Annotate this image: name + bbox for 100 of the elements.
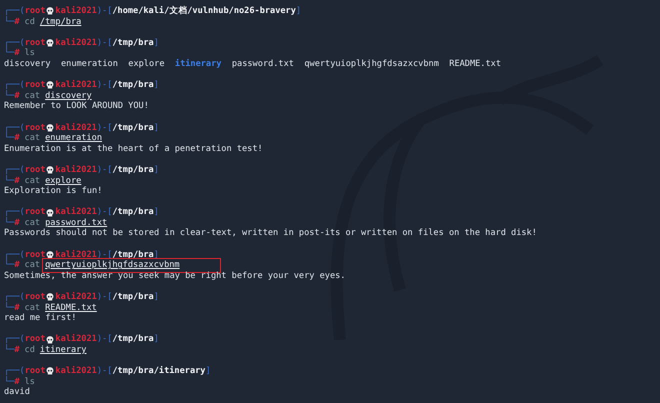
prompt-decoration: ┌──(: [4, 38, 25, 48]
prompt-user: root: [24, 80, 46, 91]
prompt-host: kali2021: [55, 207, 97, 218]
command-argument: qwertyuioplkjhgfdsazxcvbnm: [43, 259, 220, 272]
prompt-host: kali2021: [55, 164, 97, 176]
prompt-path: /tmp/bra: [112, 207, 154, 218]
skull-icon: [46, 81, 54, 90]
command-argument: password.txt: [45, 218, 108, 228]
command-name: cat: [24, 260, 40, 271]
file-name: password.txt: [232, 58, 294, 70]
prompt-decoration: )-[: [96, 38, 112, 48]
prompt-symbol: #: [14, 302, 20, 314]
prompt-decoration: └─: [4, 376, 14, 388]
prompt-symbol: #: [14, 218, 20, 228]
prompt-user: root: [24, 6, 46, 17]
prompt-decoration: ┌──(: [4, 80, 25, 90]
command-name: cd: [24, 345, 35, 356]
skull-icon: [46, 39, 54, 48]
skull-icon: [46, 336, 54, 344]
prompt-host: kali2021: [55, 334, 97, 345]
prompt-decoration: └─: [4, 48, 14, 59]
prompt-path: /tmp/bra: [112, 164, 154, 176]
prompt-user: root: [24, 122, 46, 134]
prompt-decoration: ┌──(: [4, 366, 25, 376]
command-name: cat: [24, 133, 40, 144]
output-line: Exploration is fun!: [4, 186, 104, 197]
prompt-decoration: ]: [154, 38, 159, 48]
prompt-host: kali2021: [55, 6, 97, 17]
prompt-user: root: [24, 366, 46, 377]
prompt-decoration: └─: [4, 302, 14, 314]
prompt-decoration: ┌──(: [4, 207, 25, 218]
command-argument: README.txt: [45, 302, 97, 314]
output-line: Enumeration is at the heart of a penetration test!: [4, 144, 264, 154]
prompt-decoration: ]: [154, 250, 159, 260]
file-name: david: [4, 387, 30, 398]
prompt-decoration: └─: [4, 260, 14, 271]
prompt-decoration: ]: [154, 122, 159, 134]
output-line: read me first!: [4, 313, 78, 324]
prompt-decoration: )-[: [96, 6, 112, 17]
prompt-decoration: ┌──(: [4, 164, 25, 175]
prompt-path: /tmp/bra: [112, 292, 154, 303]
prompt-decoration: ┌──(: [4, 122, 25, 133]
file-name: enumeration: [60, 58, 118, 70]
prompt-path: /tmp/bra/itinerary: [112, 366, 206, 377]
prompt-path: /tmp/bra: [112, 122, 154, 134]
prompt-symbol: #: [14, 48, 20, 59]
command-name: cd: [24, 16, 35, 28]
prompt-path: /tmp/bra: [112, 80, 154, 91]
skull-icon: [46, 7, 54, 16]
command-name: ls: [24, 376, 35, 388]
prompt-path: /tmp/bra: [112, 334, 154, 345]
file-name: qwertyuioplkjhgfdsazxcvbnm: [304, 58, 439, 70]
command-argument: /tmp/bra: [40, 16, 82, 28]
command-name: ls: [24, 48, 35, 59]
prompt-decoration: )-[: [96, 164, 112, 176]
prompt-decoration: )-[: [96, 207, 112, 218]
prompt-symbol: #: [14, 133, 20, 144]
output-line: Remember to LOOK AROUND YOU!: [4, 101, 150, 112]
prompt-host: kali2021: [55, 292, 97, 303]
file-name: README.txt: [449, 58, 502, 70]
command-argument: discovery: [45, 90, 92, 102]
skull-icon: [46, 166, 54, 174]
prompt-user: root: [24, 207, 46, 218]
command-name: cat: [24, 302, 40, 314]
command-name: cat: [24, 176, 40, 186]
prompt-user: root: [24, 334, 46, 345]
command-name: cat: [24, 218, 40, 228]
prompt-host: kali2021: [55, 80, 97, 91]
prompt-decoration: ]: [154, 164, 159, 176]
prompt-decoration: └─: [4, 16, 14, 28]
prompt-decoration: ┌──(: [4, 6, 25, 16]
prompt-symbol: #: [14, 16, 20, 28]
prompt-user: root: [24, 38, 46, 48]
prompt-path: /tmp/bra: [112, 250, 154, 260]
prompt-decoration: )-[: [96, 334, 112, 345]
prompt-decoration: └─: [4, 90, 14, 102]
prompt-symbol: #: [14, 90, 20, 102]
prompt-decoration: ┌──(: [4, 250, 25, 260]
directory-name: itinerary: [174, 58, 222, 70]
prompt-decoration: ]: [205, 366, 211, 377]
prompt-user: root: [24, 250, 46, 260]
prompt-decoration: ┌──(: [4, 334, 25, 344]
skull-icon: [46, 367, 54, 376]
prompt-decoration: ]: [154, 80, 159, 91]
prompt-symbol: #: [14, 376, 20, 388]
prompt-decoration: ]: [154, 207, 159, 218]
prompt-symbol: #: [14, 345, 20, 356]
prompt-user: root: [24, 292, 46, 303]
prompt-decoration: )-[: [96, 122, 112, 134]
prompt-symbol: #: [14, 260, 20, 271]
file-name: discovery: [4, 58, 51, 70]
prompt-host: kali2021: [55, 250, 97, 260]
file-name: explore: [128, 58, 164, 70]
skull-icon: [46, 208, 54, 217]
prompt-host: kali2021: [55, 366, 97, 377]
command-argument: explore: [45, 176, 82, 186]
prompt-host: kali2021: [55, 122, 97, 134]
prompt-decoration: )-[: [96, 250, 112, 260]
prompt-decoration: └─: [4, 176, 14, 186]
prompt-decoration: ]: [154, 292, 159, 303]
